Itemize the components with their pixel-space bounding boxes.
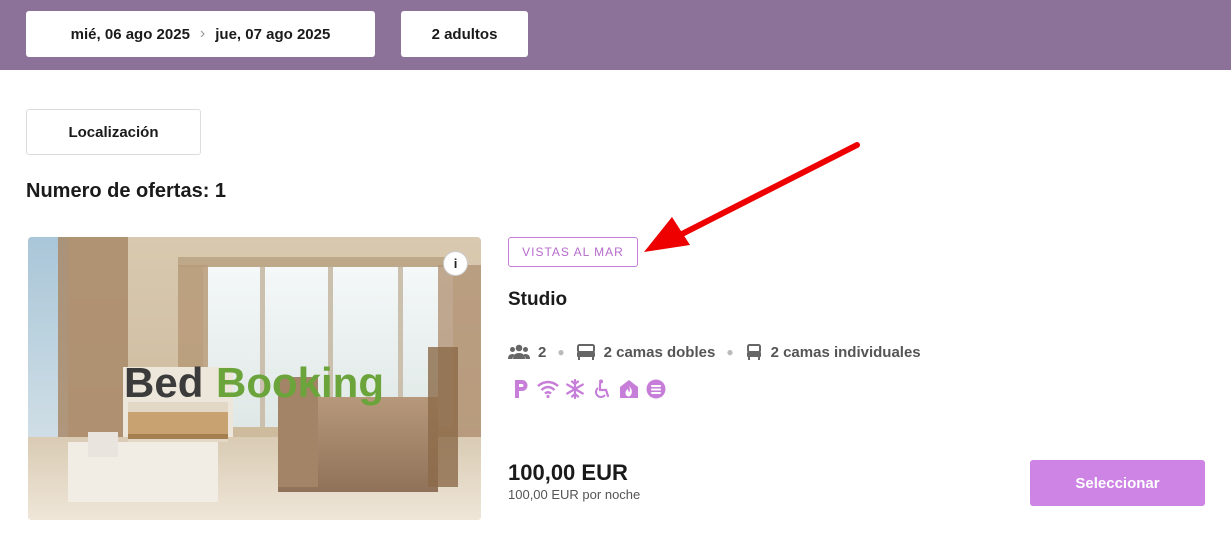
capacity-count: 2 — [538, 343, 547, 361]
search-bar: mié, 06 ago 2025 › jue, 07 ago 2025 2 ad… — [0, 0, 1231, 70]
chevron-right-icon: › — [199, 25, 206, 42]
fireplace-icon — [618, 378, 640, 400]
photo-watermark-right: Booking — [216, 359, 384, 406]
people-icon — [508, 344, 530, 359]
room-photo[interactable]: Bed Booking — [28, 237, 481, 520]
room-features: 2 ● 2 camas dobles ● 2 camas individuale… — [508, 340, 921, 364]
photo-watermark-left: Bed — [124, 359, 203, 406]
checkout-date: jue, 07 ago 2025 — [215, 25, 331, 43]
double-bed-icon — [576, 344, 595, 360]
offers-count: Numero de ofertas: 1 — [26, 180, 227, 202]
select-button[interactable]: Seleccionar — [1030, 460, 1205, 506]
checkin-date: mié, 06 ago 2025 — [70, 25, 190, 43]
single-beds: 2 camas individuales — [770, 343, 921, 361]
accessible-icon — [591, 378, 613, 400]
guests-selector[interactable]: 2 adultos — [401, 11, 528, 57]
double-beds: 2 camas dobles — [603, 343, 716, 361]
parking-icon — [510, 378, 532, 400]
room-tag: VISTAS AL MAR — [508, 237, 638, 267]
spa-icon — [645, 378, 667, 400]
wifi-icon — [537, 378, 559, 400]
single-bed-icon — [746, 344, 761, 360]
date-range-selector[interactable]: mié, 06 ago 2025 › jue, 07 ago 2025 — [26, 11, 375, 57]
amenities-list — [510, 377, 667, 401]
room-price: 100,00 EUR — [508, 460, 628, 485]
room-name: Studio — [508, 289, 568, 310]
location-filter-button[interactable]: Localización — [26, 109, 201, 155]
air-conditioning-icon — [564, 378, 586, 400]
annotation-arrow-icon — [644, 142, 860, 252]
room-info-button[interactable]: i — [443, 251, 468, 276]
price-per-night: 100,00 EUR por noche — [508, 487, 641, 502]
